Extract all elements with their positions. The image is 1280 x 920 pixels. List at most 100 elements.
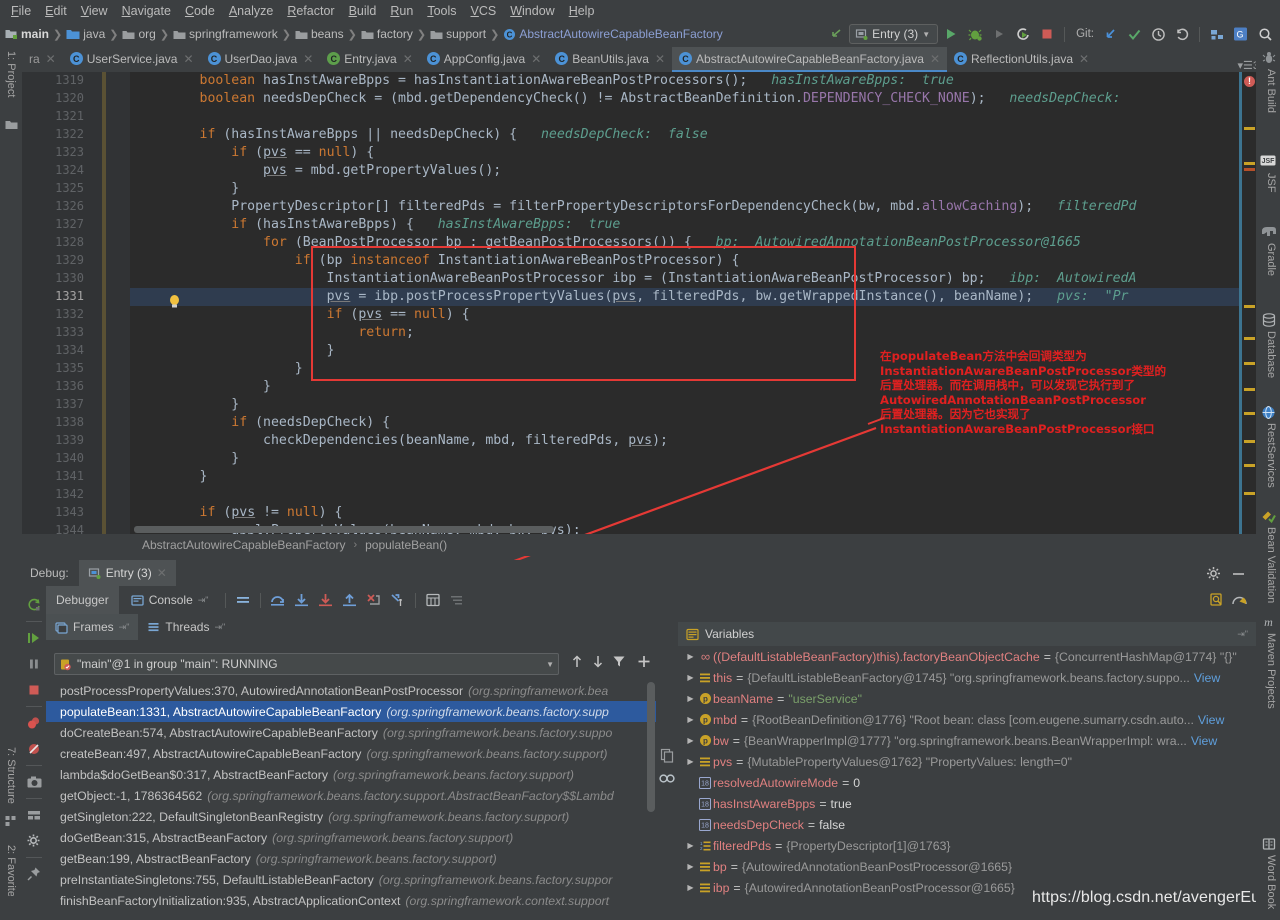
expand-arrow-icon[interactable]: ▶ (684, 841, 697, 850)
menu-item-tools[interactable]: Tools (420, 2, 463, 20)
sidebar-item-gradle[interactable]: Gradle (1265, 243, 1277, 276)
thread-selector-dropdown[interactable]: "main"@1 in group "main": RUNNING ▼ (54, 653, 559, 675)
variable-row[interactable]: ▶ pvs = {MutablePropertyValues@1762} "Prope… (678, 751, 1256, 772)
layout-settings-button[interactable] (23, 802, 45, 828)
menu-item-run[interactable]: Run (383, 2, 420, 20)
move-up-icon[interactable] (570, 654, 584, 669)
breadcrumb-class[interactable]: AbstractAutowireCapableBeanFactory (142, 538, 345, 552)
close-icon[interactable]: ✕ (930, 52, 940, 66)
expand-arrow-icon[interactable]: ▶ (684, 883, 697, 892)
code-line[interactable]: pvs = ibp.postProcessPropertyValues(pvs,… (130, 288, 1256, 306)
line-number[interactable]: 1328 (24, 235, 84, 249)
code-line[interactable]: if (hasInstAwareBpps) { hasInstAwareBpps… (130, 216, 1256, 234)
step-over-button[interactable] (267, 590, 289, 610)
variable-row[interactable]: ▶ p bw = {BeanWrapperImpl@1777} "org.springf… (678, 730, 1256, 751)
run-configuration-selector[interactable]: Entry (3) ▼ (849, 24, 939, 44)
git-commit-icon[interactable] (1123, 24, 1145, 44)
stack-frame-row[interactable]: doCreateBean:574, AbstractAutowireCapabl… (46, 722, 656, 743)
code-line[interactable]: boolean needsDepCheck = (mbd.getDependen… (130, 90, 1256, 108)
code-line[interactable] (130, 108, 1256, 126)
code-line[interactable]: pvs = mbd.getPropertyValues(); (130, 162, 1256, 180)
stack-frame-row[interactable]: postProcessPropertyValues:370, Autowired… (46, 680, 656, 701)
camera-snapshot-button[interactable] (23, 769, 45, 795)
sidebar-item-word-book[interactable]: Word Book (1265, 855, 1277, 909)
copy-stack-icon[interactable] (660, 748, 675, 763)
subtab-threads[interactable]: Threads ⇥" (138, 614, 234, 640)
step-into-button[interactable] (291, 590, 313, 610)
line-number[interactable]: 1341 (24, 469, 84, 483)
minimize-icon[interactable] (1231, 566, 1246, 581)
show-execution-point-button[interactable] (232, 590, 254, 610)
rerun-button[interactable] (23, 592, 45, 618)
variable-row[interactable]: ▶ ∞ ((DefaultListableBeanFactory)this).fac… (678, 646, 1256, 667)
stack-frame-row[interactable]: finishBeanFactoryInitialization:935, Abs… (46, 890, 656, 911)
code-line[interactable]: PropertyDescriptor[] filteredPds = filte… (130, 198, 1256, 216)
stack-frame-row[interactable]: doGetBean:315, AbstractBeanFactory (org.s… (46, 827, 656, 848)
infinity-icon[interactable] (658, 771, 676, 786)
sidebar-item-maven-projects[interactable]: Maven Projects (1265, 633, 1277, 709)
sidebar-item-favorites[interactable]: 2: Favorites (5, 845, 17, 902)
line-number[interactable]: 1324 (24, 163, 84, 177)
close-icon[interactable]: ✕ (655, 52, 665, 66)
sidebar-item-bean-validation[interactable]: Bean Validation (1265, 527, 1277, 603)
sidebar-item-jsf[interactable]: JSF (1265, 173, 1277, 193)
stack-frame-row[interactable]: preInstantiateSingletons:755, DefaultLis… (46, 869, 656, 890)
editor-tab-abstractautowirecapablebeanfactory-java[interactable]: C AbstractAutowireCapableBeanFactory.java… (672, 47, 947, 72)
line-number[interactable]: 1323 (24, 145, 84, 159)
tab-debugger[interactable]: Debugger (46, 586, 119, 614)
editor-tab-ra[interactable]: ra ✕ (22, 47, 63, 72)
expand-arrow-icon[interactable]: ▶ (684, 652, 697, 661)
variable-row[interactable]: ▶ 1 2 filteredPds = {PropertyDescriptor[1]@17… (678, 835, 1256, 856)
git-update-icon[interactable] (1099, 24, 1121, 44)
breadcrumb-method[interactable]: populateBean() (365, 538, 447, 552)
translate-icon[interactable]: G (1230, 24, 1252, 44)
line-number[interactable]: 1330 (24, 271, 84, 285)
settings-button[interactable] (23, 828, 45, 854)
line-number[interactable]: 1320 (24, 91, 84, 105)
evaluate-expression-button[interactable] (422, 590, 444, 610)
line-number[interactable]: 1339 (24, 433, 84, 447)
close-icon[interactable]: ✕ (183, 52, 193, 66)
expand-arrow-icon[interactable]: ▶ (684, 862, 697, 871)
stack-frame-row[interactable]: getBean:199, AbstractBeanFactory (org.spr… (46, 848, 656, 869)
variable-row[interactable]: 18 hasInstAwareBpps = true (678, 793, 1256, 814)
git-revert-icon[interactable] (1171, 24, 1193, 44)
stack-frame-row[interactable]: getObject:-1, 1786364562 (org.springframe… (46, 785, 656, 806)
variables-panel[interactable]: ▶ ∞ ((DefaultListableBeanFactory)this).fac… (678, 646, 1256, 920)
filter-icon[interactable] (612, 654, 626, 669)
line-number[interactable]: 1332 (24, 307, 84, 321)
close-icon[interactable]: ✕ (1079, 52, 1089, 66)
search-in-debugger-icon[interactable] (1209, 592, 1225, 608)
force-step-into-button[interactable] (315, 590, 337, 610)
code-line[interactable]: if (bp instanceof InstantiationAwareBean… (130, 252, 1256, 270)
code-line[interactable]: } (130, 468, 1256, 486)
close-icon[interactable]: ✕ (531, 52, 541, 66)
intention-bulb-icon[interactable] (168, 294, 181, 309)
attach-debugger-button[interactable] (1012, 24, 1034, 44)
breadcrumb-item-main[interactable]: main (4, 27, 50, 41)
line-number[interactable]: 1344 (24, 523, 84, 534)
debug-button[interactable] (964, 24, 986, 44)
gauge-icon[interactable] (1231, 592, 1248, 609)
menu-item-code[interactable]: Code (178, 2, 222, 20)
sidebar-item-structure[interactable]: 7: Structure (5, 747, 17, 804)
drop-frame-button[interactable] (363, 590, 385, 610)
line-number[interactable]: 1338 (24, 415, 84, 429)
breadcrumb-item-java[interactable]: java (65, 27, 106, 41)
editor-tab-appconfig-java[interactable]: C AppConfig.java ✕ (420, 47, 548, 72)
run-with-coverage-button[interactable] (988, 24, 1010, 44)
mute-breakpoints-button[interactable] (23, 736, 45, 762)
code-line[interactable]: if (pvs != null) { (130, 504, 1256, 522)
variable-row[interactable]: 18 resolvedAutowireMode = 0 (678, 772, 1256, 793)
pause-program-button[interactable] (23, 651, 45, 677)
code-content[interactable]: boolean hasInstAwareBpps = hasInstantiat… (130, 72, 1256, 534)
close-icon[interactable]: ✕ (157, 566, 167, 580)
line-number[interactable]: 1343 (24, 505, 84, 519)
menu-item-help[interactable]: Help (562, 2, 602, 20)
view-breakpoints-button[interactable] (23, 710, 45, 736)
line-number[interactable]: 1335 (24, 361, 84, 375)
code-line[interactable]: InstantiationAwareBeanPostProcessor ibp … (130, 270, 1256, 288)
menu-item-view[interactable]: View (74, 2, 115, 20)
breadcrumb-item-factory[interactable]: factory (360, 27, 414, 41)
back-arrow-icon[interactable] (825, 24, 847, 44)
